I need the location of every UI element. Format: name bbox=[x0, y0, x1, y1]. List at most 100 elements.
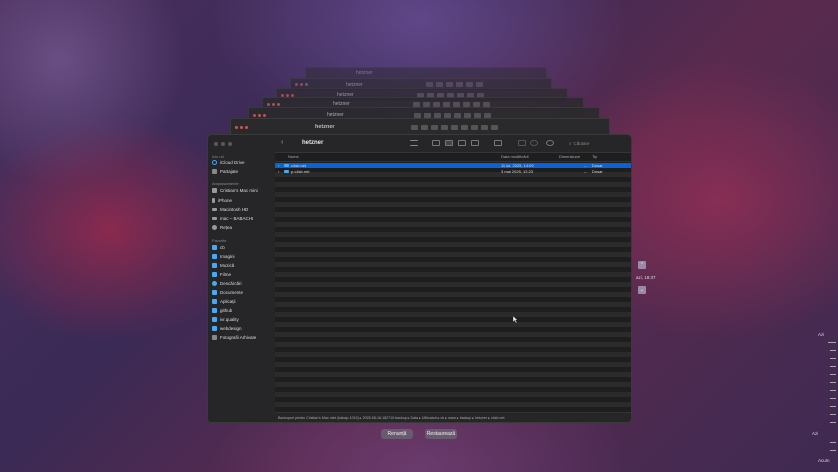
sidebar-item-icloud-drive[interactable]: iCloud Drive bbox=[212, 160, 245, 165]
back-button[interactable]: ‹ bbox=[281, 139, 283, 146]
close-button[interactable] bbox=[214, 142, 218, 146]
sidebar-item-shared[interactable]: Partajate bbox=[212, 169, 238, 174]
sidebar-item-macintosh-hd[interactable]: Macintosh HD bbox=[212, 207, 248, 212]
window-controls bbox=[253, 113, 266, 117]
cloud-icon bbox=[212, 160, 217, 165]
disclosure-triangle-icon[interactable]: › bbox=[278, 169, 279, 174]
cancel-button[interactable]: Renunță bbox=[381, 429, 413, 439]
timeline-down-button[interactable]: ⌄ bbox=[638, 286, 646, 294]
ghost-toolbar bbox=[426, 82, 483, 87]
zoom-button[interactable] bbox=[228, 142, 232, 146]
window-controls bbox=[235, 125, 248, 129]
disclosure-triangle-icon[interactable]: › bbox=[278, 163, 279, 168]
network-icon bbox=[212, 225, 217, 230]
apps-icon bbox=[212, 299, 217, 304]
sidebar-item-ivr-quality[interactable]: ivr.quality bbox=[212, 317, 239, 322]
tag-icon[interactable] bbox=[530, 140, 538, 146]
column-view-icon[interactable] bbox=[458, 140, 466, 146]
table-row[interactable]: › p.c4sb.net 3 mai 2025, 12:23 -- Dosar bbox=[275, 169, 631, 174]
path-bar[interactable]: Backupuri pentru Cristian's Mac mini (ba… bbox=[275, 412, 631, 422]
file-kind: Dosar bbox=[592, 169, 603, 174]
sidebar-section-icloud: Iclo ud bbox=[212, 154, 224, 159]
list-view-icon[interactable] bbox=[445, 140, 453, 146]
file-kind: Dosar bbox=[592, 163, 603, 168]
timeline-label-top: Azi bbox=[818, 332, 825, 337]
sidebar-item-cb[interactable]: cb bbox=[212, 245, 225, 250]
sidebar-item-filme[interactable]: Filme bbox=[212, 272, 231, 277]
timeline-current-label: azi, 18:37 bbox=[636, 275, 656, 280]
finder-window: Iclo ud iCloud Drive Partajate Amplasame… bbox=[207, 134, 632, 423]
sidebar: Iclo ud iCloud Drive Partajate Amplasame… bbox=[208, 135, 275, 422]
empty-rows bbox=[275, 172, 631, 410]
search-field[interactable]: ⌕ Căutare bbox=[569, 139, 624, 148]
sidebar-item-fotografii-arhivate[interactable]: Fotografii Arhivate bbox=[212, 335, 256, 340]
folder-icon bbox=[212, 317, 217, 322]
sidebar-item-github[interactable]: github bbox=[212, 308, 232, 313]
mouse-cursor-icon bbox=[513, 316, 518, 323]
table-row[interactable]: › c4sb.net 11 iul. 2025, 14:09 -- Dosar bbox=[275, 163, 631, 168]
ghost-window-title: hetzner bbox=[315, 124, 335, 130]
list-sort-icon[interactable] bbox=[410, 140, 418, 146]
column-kind[interactable]: Tip bbox=[592, 154, 597, 159]
download-icon bbox=[212, 281, 217, 286]
photos-icon bbox=[212, 335, 217, 340]
restore-button[interactable]: Restaurează bbox=[425, 429, 457, 439]
file-size: -- bbox=[584, 163, 587, 168]
sidebar-section-locations: Amplasamente bbox=[212, 181, 239, 186]
sidebar-item-iphone[interactable]: iPhone bbox=[212, 198, 232, 203]
ghost-window-0[interactable]: hetzner bbox=[230, 118, 610, 135]
column-date-modified[interactable]: Data modificării bbox=[501, 154, 529, 159]
ghost-toolbar bbox=[414, 112, 491, 118]
timeline-ruler[interactable]: Azi Azi Acum bbox=[812, 330, 838, 472]
folder-icon bbox=[284, 170, 289, 173]
ghost-window-title: hetzner bbox=[356, 70, 373, 76]
share-icon[interactable] bbox=[518, 140, 526, 146]
shared-folder-icon bbox=[212, 169, 217, 174]
sidebar-item-network[interactable]: Rețea bbox=[212, 225, 232, 230]
minimize-button[interactable] bbox=[221, 142, 225, 146]
folder-icon bbox=[212, 308, 217, 313]
drive-icon bbox=[212, 208, 217, 211]
file-size: -- bbox=[584, 169, 587, 174]
gallery-view-icon[interactable] bbox=[471, 140, 479, 146]
folder-icon bbox=[284, 164, 289, 167]
search-icon: ⌕ bbox=[569, 141, 572, 146]
column-name[interactable]: Nume bbox=[288, 154, 299, 159]
music-icon bbox=[212, 263, 217, 268]
file-date: 11 iul. 2025, 14:09 bbox=[501, 163, 534, 168]
toolbar: ‹ hetzner ⌕ Căutare bbox=[275, 135, 631, 153]
column-header: Nume Data modificării Dimensiune Tip bbox=[275, 152, 631, 162]
sidebar-item-muzica[interactable]: Muzică bbox=[212, 263, 234, 268]
timeline-up-button[interactable]: ⌃ bbox=[638, 261, 646, 269]
more-actions-icon[interactable] bbox=[546, 140, 554, 146]
group-icon[interactable] bbox=[494, 140, 502, 146]
sidebar-item-aplicatii[interactable]: Aplicații bbox=[212, 299, 236, 304]
sidebar-item-imagini[interactable]: Imagini bbox=[212, 254, 235, 259]
folder-icon bbox=[212, 326, 217, 331]
path-text: Backupuri pentru Cristian's Mac mini (ba… bbox=[278, 415, 505, 420]
sidebar-item-webdesign[interactable]: webdesign bbox=[212, 326, 242, 331]
computer-icon bbox=[212, 188, 217, 193]
phone-icon bbox=[212, 198, 215, 203]
network-drive-icon bbox=[212, 217, 217, 220]
icon-view-icon[interactable] bbox=[432, 140, 440, 146]
sidebar-item-descarcari[interactable]: Descărcări bbox=[212, 281, 242, 286]
column-size[interactable]: Dimensiune bbox=[559, 154, 580, 159]
ghost-toolbar bbox=[413, 101, 490, 107]
file-browser: ‹ hetzner ⌕ Căutare Nume Data modificări… bbox=[275, 135, 631, 422]
sidebar-item-network-drive[interactable]: mac – BABACHI bbox=[212, 216, 253, 221]
window-controls bbox=[267, 102, 280, 106]
file-name: p.c4sb.net bbox=[291, 169, 310, 174]
file-date: 3 mai 2025, 12:23 bbox=[501, 169, 534, 174]
document-icon bbox=[212, 290, 217, 295]
folder-icon bbox=[212, 254, 217, 259]
ghost-window-5[interactable]: hetzner bbox=[305, 67, 547, 78]
sidebar-item-documente[interactable]: Documente bbox=[212, 290, 243, 295]
ghost-toolbar bbox=[411, 124, 498, 130]
sidebar-item-mac-mini[interactable]: Cristian's Mac mini bbox=[212, 188, 258, 193]
ghost-window-title: hetzner bbox=[346, 81, 363, 88]
window-title: hetzner bbox=[302, 140, 324, 146]
sidebar-section-favorites: Favorite bbox=[212, 238, 227, 243]
file-name: c4sb.net bbox=[291, 163, 307, 168]
window-controls bbox=[295, 83, 308, 86]
